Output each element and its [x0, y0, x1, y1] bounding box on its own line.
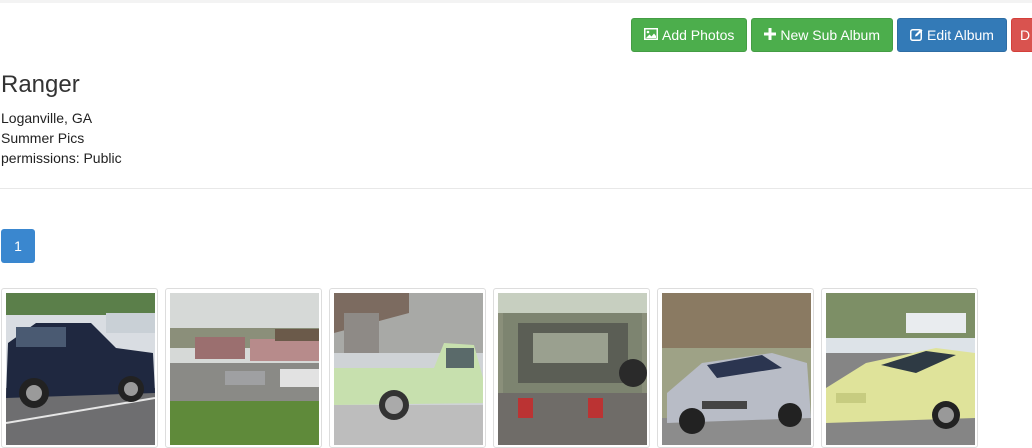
- pagination: 1: [1, 229, 35, 263]
- page-button-1[interactable]: 1: [1, 229, 35, 263]
- edit-album-label: Edit Album: [927, 27, 994, 43]
- new-sub-album-button[interactable]: New Sub Album: [751, 18, 893, 52]
- photo-thumbnail[interactable]: [493, 288, 650, 448]
- image-icon: [644, 28, 658, 41]
- photo-thumbnail[interactable]: [821, 288, 978, 448]
- photo-yellow-sports-car: [826, 293, 975, 445]
- album-toolbar: Add Photos New Sub Album Edit Album D: [631, 18, 1032, 52]
- photo-engine-bay: [498, 293, 647, 445]
- photo-thumbnail[interactable]: [657, 288, 814, 448]
- delete-album-label: D: [1019, 27, 1031, 43]
- plus-icon: [764, 28, 777, 41]
- photo-silver-sports-car: [662, 293, 811, 445]
- photo-thumbnail[interactable]: [1, 288, 158, 448]
- top-rule: [0, 0, 1032, 3]
- add-photos-button[interactable]: Add Photos: [631, 18, 748, 52]
- album-permissions: permissions: Public: [1, 150, 122, 166]
- photo-thumbnail[interactable]: [329, 288, 486, 448]
- photo-grid: [1, 288, 985, 448]
- photo-green-truck: [334, 293, 483, 445]
- album-location: Loganville, GA: [1, 110, 93, 126]
- album-title: Ranger: [1, 71, 80, 98]
- photo-thumbnail[interactable]: [165, 288, 322, 448]
- photo-parking-lot: [170, 293, 319, 445]
- delete-album-button[interactable]: D: [1010, 18, 1032, 52]
- edit-icon: [910, 28, 923, 41]
- add-photos-label: Add Photos: [662, 27, 735, 43]
- album-description: Summer Pics: [1, 130, 85, 146]
- edit-album-button[interactable]: Edit Album: [897, 18, 1007, 52]
- divider: [0, 188, 1032, 189]
- new-sub-album-label: New Sub Album: [780, 27, 880, 43]
- photo-dark-blue-truck: [6, 293, 155, 445]
